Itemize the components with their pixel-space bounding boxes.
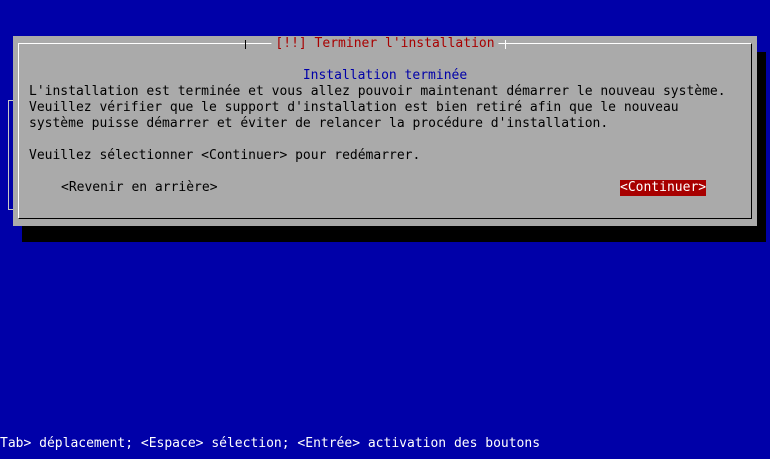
go-back-button[interactable]: <Revenir en arrière> [61, 180, 218, 196]
continue-button[interactable]: <Continuer> [620, 180, 707, 196]
message-line-3: système puisse démarrer et éviter de rel… [29, 116, 609, 131]
dialog-heading: Installation terminée [302, 68, 468, 83]
instruction-text: Veuillez sélectionner <Continuer> pour r… [29, 148, 421, 163]
finish-install-dialog: [!!] Terminer l'installation Installatio… [13, 36, 757, 226]
title-left-edge [245, 40, 246, 49]
title-right-edge [505, 40, 506, 49]
keyboard-help-status-bar: Tab> déplacement; <Espace> sélection; <E… [0, 436, 541, 451]
dialog-title: [!!] Terminer l'installation [271, 36, 499, 52]
message-line-1: L'installation est terminée et vous alle… [29, 84, 726, 99]
message-line-2: Veuillez vérifier que le support d'insta… [29, 100, 679, 115]
